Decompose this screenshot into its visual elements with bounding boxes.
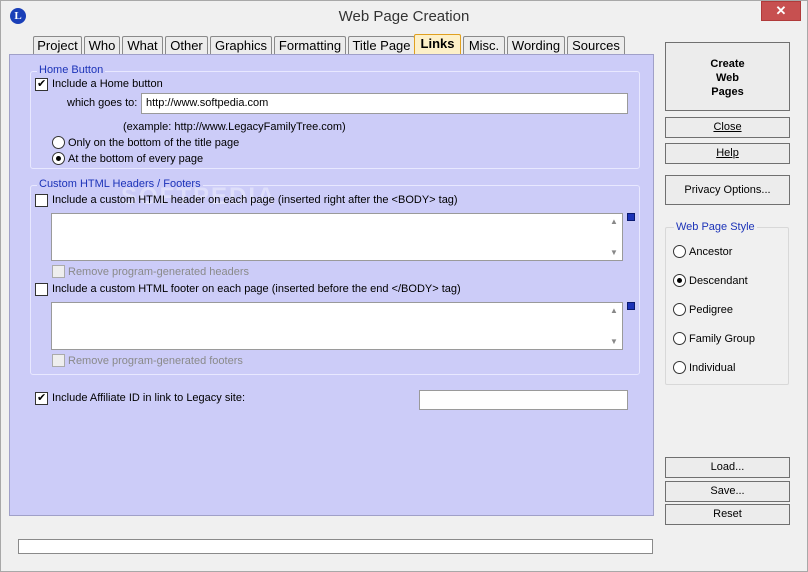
affiliate-checkbox[interactable] [35, 391, 48, 405]
header-expand-icon[interactable] [627, 213, 635, 221]
radio-every-page-label: At the bottom of every page [68, 153, 204, 165]
tab-misc[interactable]: Misc. [463, 36, 505, 55]
style-ancestor-radio[interactable] [673, 245, 686, 258]
chevron-up-icon[interactable]: ▲ [609, 217, 619, 226]
remove-footers-checkbox[interactable] [52, 354, 65, 367]
custom-footer-textarea[interactable]: ▲ ▼ [51, 302, 623, 350]
tab-links[interactable]: Links [414, 34, 461, 55]
close-window-button[interactable]: ✕ [761, 1, 801, 21]
style-individual-radio[interactable] [673, 361, 686, 374]
remove-headers-label: Remove program-generated headers [68, 266, 249, 278]
radio-every-page[interactable] [52, 152, 65, 165]
close-button[interactable]: Close [665, 117, 790, 138]
create-web-pages-button[interactable]: Create Web Pages [665, 42, 790, 111]
tab-project[interactable]: Project [33, 36, 82, 55]
load-button[interactable]: Load... [665, 457, 790, 478]
remove-footers-label: Remove program-generated footers [68, 355, 243, 367]
radio-title-page-only[interactable] [52, 136, 65, 149]
tab-other[interactable]: Other [165, 36, 208, 55]
goes-to-label: which goes to: [67, 97, 138, 109]
web-page-style-title: Web Page Style [674, 221, 757, 233]
affiliate-id-input[interactable] [419, 390, 628, 410]
custom-header-label: Include a custom HTML header on each pag… [52, 194, 458, 206]
include-home-button-label: Include a Home button [52, 78, 163, 90]
help-button-label: Help [716, 147, 739, 159]
privacy-options-button[interactable]: Privacy Options... [665, 175, 790, 205]
custom-header-checkbox[interactable] [35, 194, 48, 207]
tab-wording[interactable]: Wording [507, 36, 565, 55]
web-page-creation-window: L Web Page Creation ✕ Project Who What O… [0, 0, 808, 572]
create-label: Create Web Pages [710, 58, 745, 98]
custom-header-textarea[interactable]: ▲ ▼ [51, 213, 623, 261]
chevron-down-icon[interactable]: ▼ [609, 248, 619, 257]
style-family-group-label: Family Group [689, 333, 756, 345]
tab-formatting[interactable]: Formatting [274, 36, 346, 55]
radio-title-page-only-label: Only on the bottom of the title page [68, 137, 240, 149]
home-button-group-title: Home Button [37, 64, 106, 76]
style-individual-label: Individual [689, 362, 736, 374]
custom-footer-checkbox[interactable] [35, 283, 48, 296]
example-text: (example: http://www.LegacyFamilyTree.co… [123, 121, 346, 133]
close-button-label: Close [713, 121, 742, 133]
tab-title-page[interactable]: Title Page [348, 36, 415, 55]
custom-footer-label: Include a custom HTML footer on each pag… [52, 283, 461, 295]
title-bar: L Web Page Creation ✕ [1, 1, 807, 31]
tab-bar: Project Who What Other Graphics Formatti… [11, 34, 653, 55]
status-bar [18, 539, 653, 554]
reset-button[interactable]: Reset [665, 504, 790, 525]
style-descendant-label: Descendant [689, 275, 748, 287]
include-home-button-checkbox[interactable] [35, 77, 48, 91]
style-family-group-radio[interactable] [673, 332, 686, 345]
tab-what[interactable]: What [122, 36, 163, 55]
tab-graphics[interactable]: Graphics [210, 36, 272, 55]
help-button[interactable]: Help [665, 143, 790, 164]
style-ancestor-label: Ancestor [689, 246, 733, 258]
chevron-down-icon[interactable]: ▼ [609, 337, 619, 346]
tab-sources[interactable]: Sources [567, 36, 625, 55]
affiliate-label: Include Affiliate ID in link to Legacy s… [52, 392, 246, 404]
remove-headers-checkbox[interactable] [52, 265, 65, 278]
chevron-up-icon[interactable]: ▲ [609, 306, 619, 315]
save-button[interactable]: Save... [665, 481, 790, 502]
window-title: Web Page Creation [338, 8, 470, 25]
home-url-input[interactable]: http://www.softpedia.com [141, 93, 628, 114]
style-pedigree-radio[interactable] [673, 303, 686, 316]
style-descendant-radio[interactable] [673, 274, 686, 287]
tab-who[interactable]: Who [84, 36, 120, 55]
style-pedigree-label: Pedigree [689, 304, 734, 316]
footer-expand-icon[interactable] [627, 302, 635, 310]
